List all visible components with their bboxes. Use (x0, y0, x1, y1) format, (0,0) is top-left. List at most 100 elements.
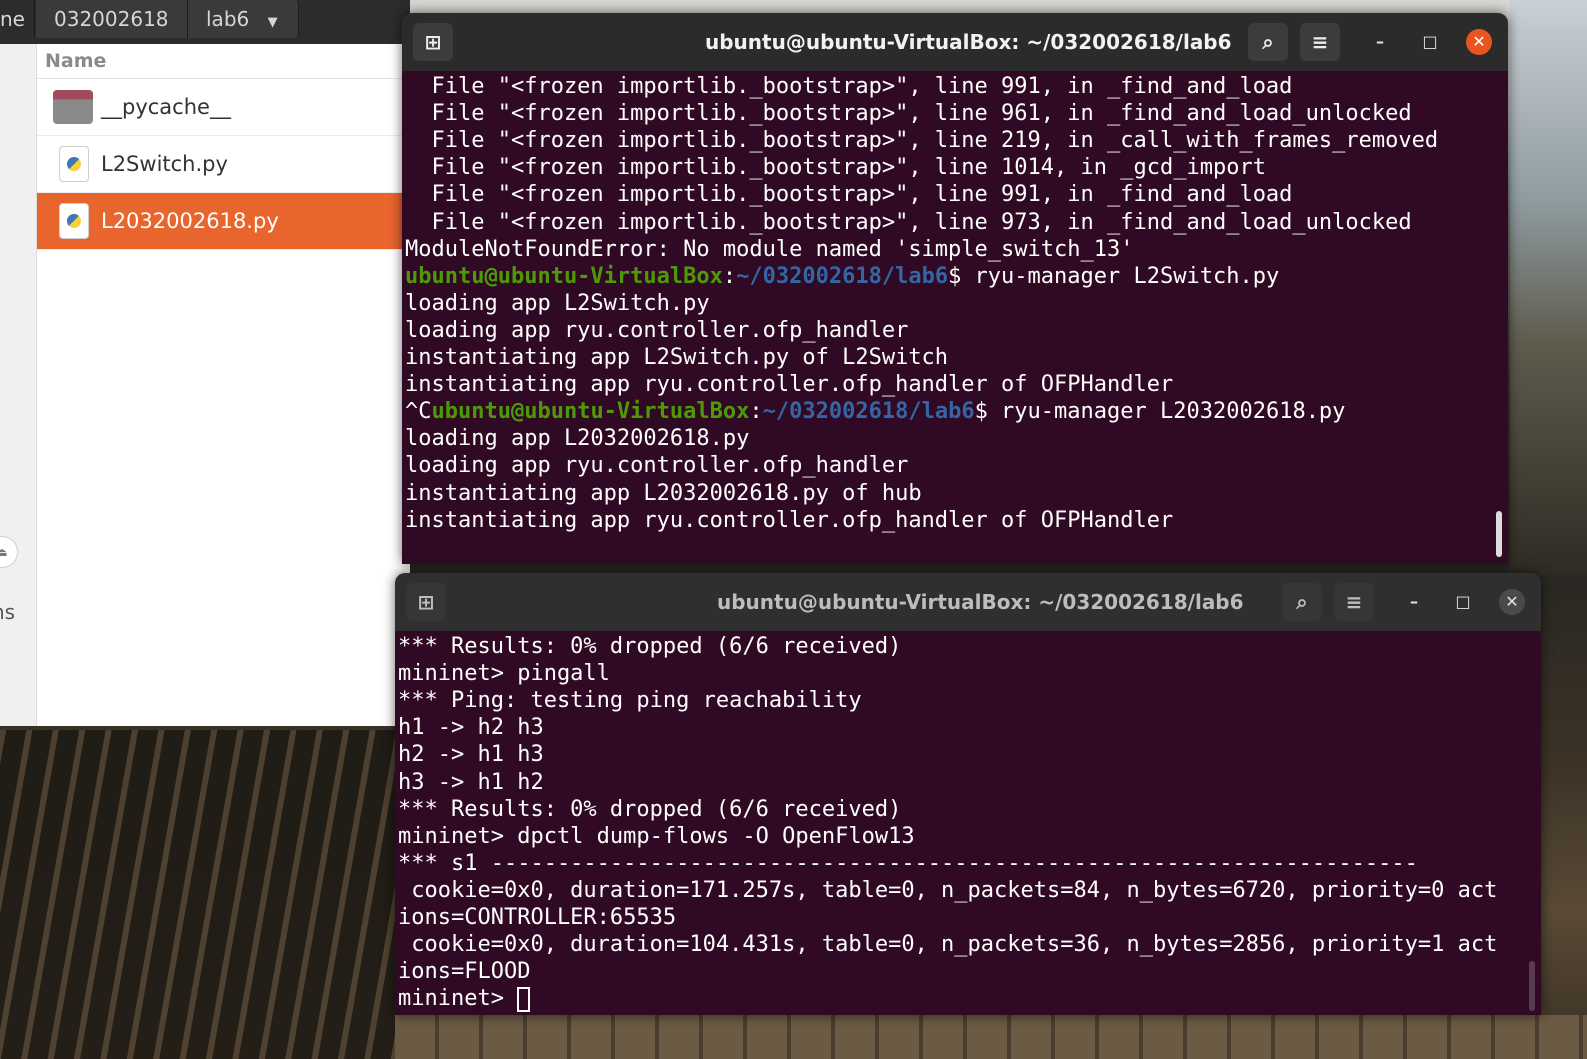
prompt-separator: : (722, 263, 737, 289)
hamburger-menu-icon[interactable]: ≡ (1300, 23, 1340, 61)
scrollbar[interactable] (1529, 961, 1535, 1011)
line-text: ModuleNotFoundError: No module named 'si… (405, 236, 1134, 262)
line-text: File "<frozen importlib._bootstrap>", li… (405, 128, 1439, 154)
prompt-cmd: $ ryu-manager L2032002618.py (974, 399, 1346, 425)
line-text: instantiating app L2Switch.py of L2Switc… (405, 345, 949, 370)
line-text: instantiating app ryu.controller.ofp_han… (405, 372, 1174, 398)
terminal-line: h2 -> h1 h3 (398, 741, 544, 768)
line-text: ions=FLOOD (398, 959, 531, 985)
close-icon[interactable]: ✕ (1466, 29, 1492, 55)
text-cursor (517, 986, 531, 1012)
new-tab-icon[interactable]: ⊞ (406, 583, 446, 621)
line-text: File "<frozen importlib._bootstrap>", li… (405, 209, 1412, 235)
breadcrumb-032002618[interactable]: 032002618 (36, 0, 188, 38)
line-text: *** s1 ---------------------------------… (398, 850, 1418, 876)
terminal-line: mininet> (398, 985, 531, 1012)
terminal-line: ions=CONTROLLER:65535 (398, 904, 676, 931)
line-text: instantiating app L2032002618.py of hub (405, 480, 922, 506)
line-text: cookie=0x0, duration=171.257s, table=0, … (398, 877, 1498, 903)
search-icon[interactable]: ⌕ (1248, 23, 1288, 61)
folder-icon (53, 90, 93, 124)
chevron-down-icon: ▼ (267, 15, 278, 30)
line-text: loading app ryu.controller.ofp_handler (405, 453, 909, 479)
line-text: mininet> dpctl dump-flows -O OpenFlow13 (398, 823, 915, 849)
terminal-line: File "<frozen importlib._bootstrap>", li… (405, 127, 1438, 154)
terminal-line: instantiating app L2032002618.py of hub (405, 480, 922, 507)
file-manager-window: ne 032002618 lab6 ▼ ⏏ ns Name __pycache_… (0, 0, 410, 726)
terminal-output[interactable]: *** Results: 0% dropped (6/6 received) mi… (395, 631, 1541, 1015)
breadcrumb-lab6[interactable]: lab6 ▼ (188, 0, 299, 38)
prompt-separator: : (749, 399, 763, 425)
python-file-icon (59, 146, 89, 182)
column-header-name[interactable]: Name (37, 44, 410, 79)
eject-icon[interactable]: ⏏ (0, 536, 18, 568)
new-tab-icon[interactable]: ⊞ (413, 23, 453, 61)
prompt-pre: ^C (405, 399, 432, 425)
terminal-line: loading app ryu.controller.ofp_handler (405, 452, 908, 479)
terminal-line: loading app ryu.controller.ofp_handler (405, 317, 908, 344)
line-text: cookie=0x0, duration=104.431s, table=0, … (398, 932, 1498, 958)
terminal-line: loading app L2032002618.py (405, 425, 749, 452)
terminal-window-bottom[interactable]: ⊞ ubuntu@ubuntu-VirtualBox: ~/032002618/… (395, 573, 1541, 1015)
file-manager-sidebar: ⏏ ns (0, 44, 37, 726)
terminal-line: ^Cubuntu@ubuntu-VirtualBox:~/032002618/l… (405, 398, 1345, 425)
line-text: loading app L2Switch.py (405, 290, 710, 316)
prompt-user: ubuntu@ubuntu-VirtualBox (405, 263, 723, 289)
prompt-path: ~/032002618/lab6 (736, 263, 949, 289)
minimize-icon[interactable]: – (1401, 589, 1427, 615)
terminal-line: File "<frozen importlib._bootstrap>", li… (405, 73, 1292, 100)
terminal-line: File "<frozen importlib._bootstrap>", li… (405, 209, 1412, 236)
terminal-line: h1 -> h2 h3 (398, 714, 544, 741)
line-text: File "<frozen importlib._bootstrap>", li… (405, 155, 1266, 181)
window-title: ubuntu@ubuntu-VirtualBox: ~/032002618/la… (717, 590, 1244, 614)
terminal-line: cookie=0x0, duration=171.257s, table=0, … (398, 877, 1497, 904)
sidebar-item-partial[interactable]: ns (0, 600, 15, 624)
breadcrumb-lab6-label: lab6 (206, 7, 250, 31)
breadcrumb-home[interactable]: ne (0, 0, 35, 38)
file-name: L2032002618.py (101, 209, 279, 233)
line-text: File "<frozen importlib._bootstrap>", li… (405, 101, 1412, 127)
terminal-window-top[interactable]: ⊞ ubuntu@ubuntu-VirtualBox: ~/032002618/… (402, 13, 1508, 564)
line-text: h1 -> h2 h3 (398, 715, 544, 741)
terminal-line: File "<frozen importlib._bootstrap>", li… (405, 154, 1266, 181)
window-title: ubuntu@ubuntu-VirtualBox: ~/032002618/la… (705, 30, 1232, 54)
terminal-output[interactable]: File "<frozen importlib._bootstrap>", li… (402, 71, 1508, 564)
line-text: loading app ryu.controller.ofp_handler (405, 317, 909, 343)
terminal-line: mininet> dpctl dump-flows -O OpenFlow13 (398, 823, 915, 850)
minimize-icon[interactable]: – (1367, 29, 1393, 55)
terminal-line: ModuleNotFoundError: No module named 'si… (405, 236, 1133, 263)
terminal-line: *** Results: 0% dropped (6/6 received) (398, 796, 901, 823)
file-name: __pycache__ (101, 95, 231, 119)
close-icon[interactable]: ✕ (1499, 589, 1525, 615)
terminal-line: instantiating app ryu.controller.ofp_han… (405, 507, 1173, 534)
terminal-line: *** Results: 0% dropped (6/6 received) (398, 633, 901, 660)
line-text: instantiating app ryu.controller.ofp_han… (405, 507, 1174, 533)
file-row-l2032002618[interactable]: L2032002618.py (37, 193, 410, 250)
python-file-icon (59, 203, 89, 239)
terminal-line: h3 -> h1 h2 (398, 769, 544, 796)
file-list: Name __pycache__ L2Switch.py L2032002618… (37, 44, 410, 726)
file-row-l2switch[interactable]: L2Switch.py (37, 136, 410, 193)
file-row-pycache[interactable]: __pycache__ (37, 79, 410, 136)
line-text: *** Results: 0% dropped (6/6 received) (398, 634, 902, 659)
terminal-line: instantiating app L2Switch.py of L2Switc… (405, 344, 948, 371)
line-text: mininet> (398, 986, 518, 1012)
wallpaper-boardwalk-area (395, 1015, 1587, 1059)
line-text: loading app L2032002618.py (405, 426, 750, 452)
scrollbar[interactable] (1496, 511, 1502, 557)
terminal-titlebar[interactable]: ⊞ ubuntu@ubuntu-VirtualBox: ~/032002618/… (395, 573, 1541, 631)
wallpaper-mountain-area (1510, 0, 1587, 575)
search-icon[interactable]: ⌕ (1282, 583, 1322, 621)
terminal-line: *** Ping: testing ping reachability (398, 687, 862, 714)
terminal-line: ions=FLOOD (398, 958, 530, 985)
terminal-line: *** s1 ---------------------------------… (398, 850, 1418, 877)
hamburger-menu-icon[interactable]: ≡ (1334, 583, 1374, 621)
maximize-icon[interactable]: □ (1417, 29, 1443, 55)
wallpaper-fence-area (0, 730, 410, 1059)
terminal-line: loading app L2Switch.py (405, 290, 710, 317)
maximize-icon[interactable]: □ (1450, 589, 1476, 615)
terminal-titlebar[interactable]: ⊞ ubuntu@ubuntu-VirtualBox: ~/032002618/… (402, 13, 1508, 71)
terminal-line: mininet> pingall (398, 660, 610, 687)
line-text: File "<frozen importlib._bootstrap>", li… (405, 182, 1293, 208)
terminal-line: ubuntu@ubuntu-VirtualBox:~/032002618/lab… (405, 263, 1279, 290)
